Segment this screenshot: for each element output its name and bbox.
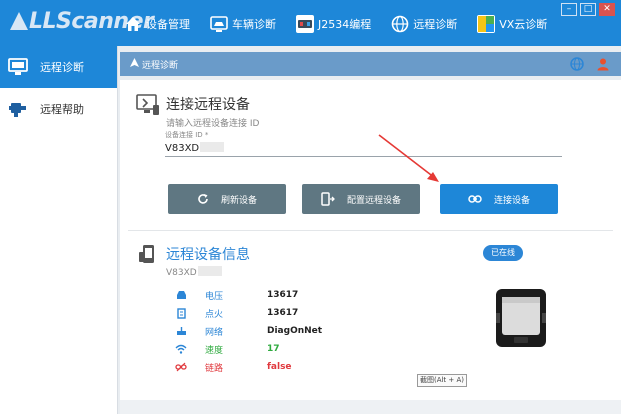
info-section-header: 远程设备信息 V83XD	[138, 244, 250, 278]
section-divider	[128, 230, 613, 231]
info-value: 17	[267, 344, 280, 354]
remote-monitor-icon	[136, 94, 160, 129]
configure-button-label: 配置远程设备	[346, 195, 401, 206]
device-id-underline	[165, 156, 562, 157]
info-row-ignition: 点火 13617	[175, 305, 298, 321]
topnav-label: J2534编程	[318, 18, 372, 31]
topnav-item-remote-diagnosis[interactable]: 远程诊断	[391, 14, 457, 34]
link-broken-icon	[175, 361, 187, 373]
info-row-speed: 速度 17	[175, 341, 280, 357]
sidebar-item-label: 远程帮助	[40, 103, 84, 116]
info-section-title: 远程设备信息	[166, 247, 250, 263]
info-label: 链路	[205, 363, 224, 374]
info-value: false	[267, 362, 292, 372]
device-phone-icon	[138, 244, 156, 278]
topnav-label: 设备管理	[146, 18, 190, 31]
device-id-value: V83XD	[165, 143, 200, 154]
topnav-label: 远程诊断	[413, 18, 458, 31]
pin-icon	[130, 58, 139, 72]
connect-section-subtitle: 请输入远程设备连接 ID	[166, 119, 260, 129]
info-value: 13617	[267, 308, 299, 318]
topnav-item-vehicle-diagnosis[interactable]: 车辆诊断	[210, 14, 276, 34]
topnav-label: VX云诊断	[499, 18, 548, 31]
sidebar-item-remote-diagnosis[interactable]: 远程诊断	[0, 46, 117, 88]
refresh-device-button[interactable]: 刷新设备	[168, 184, 286, 214]
device-id-field[interactable]: V83XD	[165, 142, 225, 154]
configure-device-button[interactable]: 配置远程设备	[302, 184, 420, 214]
info-row-voltage: 电压 13617	[175, 287, 298, 303]
redaction-block	[197, 266, 222, 276]
info-row-link: 链路 false	[175, 359, 292, 375]
info-label: 点火	[205, 309, 224, 320]
title-bar: LLScanner 设备管理 车辆诊断 J2534编程 远程诊断 VX云诊断 –…	[0, 0, 621, 46]
logo-mark-icon	[10, 12, 28, 30]
breadcrumb-label: 远程诊断	[142, 61, 179, 71]
refresh-icon	[197, 193, 209, 205]
info-row-network: 网络 DiagOnNet	[175, 323, 322, 339]
info-value: DiagOnNet	[267, 326, 323, 336]
car-diagnose-icon	[210, 15, 228, 33]
status-badge: 已在线	[483, 245, 523, 261]
phone-config-icon	[321, 192, 335, 206]
info-label: 速度	[205, 345, 224, 356]
info-device-id-value: V83XD	[166, 268, 197, 278]
globe-icon	[391, 15, 409, 33]
vci-device-image	[496, 289, 546, 347]
sidebar: 远程诊断 远程帮助	[0, 46, 118, 414]
top-nav: 设备管理 车辆诊断 J2534编程 远程诊断 VX云诊断	[124, 14, 567, 34]
sidebar-item-remote-help[interactable]: 远程帮助	[0, 88, 117, 130]
connect-section-header: 连接远程设备 请输入远程设备连接 ID	[136, 94, 259, 129]
main-panel: 连接远程设备 请输入远程设备连接 ID 设备连接 ID * V83XD 刷新设备…	[120, 80, 621, 414]
window-controls: – □ ✕	[558, 3, 615, 16]
bottom-bar	[120, 400, 621, 414]
wifi-icon	[175, 343, 187, 355]
sidebar-item-label: 远程诊断	[40, 61, 84, 74]
info-label: 网络	[205, 327, 224, 338]
connect-section-title: 连接远程设备	[166, 97, 250, 113]
network-icon	[175, 325, 187, 337]
redaction-block	[200, 142, 225, 152]
refresh-button-label: 刷新设备	[220, 195, 257, 206]
connect-device-button[interactable]: 连接设备	[440, 184, 558, 214]
topnav-item-device-management[interactable]: 设备管理	[124, 14, 190, 34]
maximize-button[interactable]: □	[580, 3, 596, 16]
topnav-label: 车辆诊断	[232, 18, 276, 31]
info-label: 电压	[205, 291, 224, 302]
ignition-icon	[175, 307, 187, 319]
car-battery-icon	[175, 289, 187, 301]
info-device-id: V83XD	[166, 266, 250, 278]
help-plug-icon	[8, 100, 28, 118]
link-icon	[468, 194, 482, 204]
breadcrumb: 远程诊断	[120, 52, 621, 76]
device-id-label: 设备连接 ID *	[165, 131, 209, 139]
minimize-button[interactable]: –	[561, 3, 577, 16]
header-actions	[559, 56, 611, 72]
cloud-icon	[477, 15, 496, 33]
annotation-arrow-icon	[378, 134, 439, 182]
home-icon	[124, 15, 142, 33]
screenshot-tooltip: 截图(Alt + A)	[417, 374, 467, 387]
globe-icon[interactable]	[569, 56, 585, 72]
app-window: LLScanner 设备管理 车辆诊断 J2534编程 远程诊断 VX云诊断 –…	[0, 0, 621, 414]
info-value: 13617	[267, 290, 299, 300]
topnav-item-vx-cloud[interactable]: VX云诊断	[477, 14, 547, 34]
monitor-icon	[8, 58, 28, 76]
connect-button-label: 连接设备	[493, 195, 530, 206]
close-button[interactable]: ✕	[599, 3, 615, 16]
topnav-item-j2534[interactable]: J2534编程	[296, 14, 371, 34]
user-icon[interactable]	[595, 56, 611, 72]
j2534-icon	[296, 15, 314, 33]
